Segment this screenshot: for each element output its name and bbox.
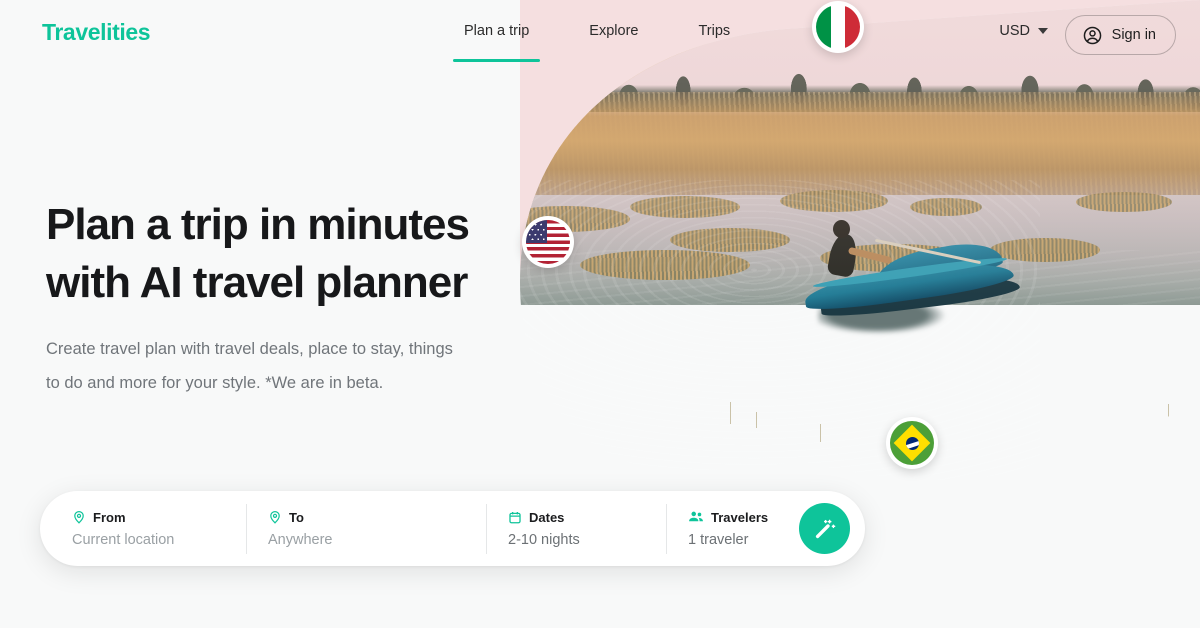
italy-flag-icon bbox=[816, 5, 860, 49]
page-title: Plan a trip in minutes with AI travel pl… bbox=[46, 196, 566, 312]
water-stalk bbox=[730, 402, 731, 424]
dates-value: 2-10 nights bbox=[508, 531, 580, 548]
brand-logo[interactable]: Travelities bbox=[42, 19, 151, 46]
italy-red-band bbox=[845, 5, 860, 49]
account-circle-icon bbox=[1082, 25, 1103, 46]
site-header: Travelities Plan a trip Explore Trips US… bbox=[0, 0, 1200, 66]
to-label: To bbox=[289, 509, 304, 525]
to-label-row: To bbox=[268, 509, 464, 525]
brazil-flag-icon bbox=[890, 421, 934, 465]
subtitle-line-2: to do and more for your style. *We are i… bbox=[46, 374, 384, 392]
to-value: Anywhere bbox=[268, 532, 333, 548]
currency-selector[interactable]: USD bbox=[999, 23, 1048, 39]
people-icon bbox=[688, 510, 704, 524]
headline-line-1: Plan a trip in minutes bbox=[46, 200, 470, 249]
nav-item-trips[interactable]: Trips bbox=[668, 0, 760, 62]
main-navigation: Plan a trip Explore Trips bbox=[434, 0, 760, 62]
brazil-flag-badge[interactable] bbox=[886, 417, 938, 469]
subtitle-line-1: Create travel plan with travel deals, pl… bbox=[46, 340, 453, 358]
water-stalk bbox=[1176, 420, 1177, 434]
search-field-to[interactable]: To Anywhere bbox=[246, 503, 486, 554]
boat-with-person bbox=[778, 252, 1028, 342]
reed-island bbox=[1076, 192, 1172, 212]
water-stalk bbox=[820, 424, 821, 442]
travelers-value: 1 traveler bbox=[688, 531, 749, 548]
brazil-band bbox=[905, 439, 919, 450]
hero-photo bbox=[520, 0, 1200, 500]
magic-wand-icon bbox=[813, 517, 837, 541]
location-pin-icon bbox=[268, 509, 282, 525]
usa-stars bbox=[526, 220, 548, 244]
sign-in-label: Sign in bbox=[1111, 27, 1156, 43]
travelers-label: Travelers bbox=[711, 509, 769, 525]
dates-label: Dates bbox=[529, 509, 565, 525]
location-pin-icon bbox=[72, 509, 86, 525]
search-field-from[interactable]: From Current location bbox=[50, 506, 246, 552]
hero-subtitle: Create travel plan with travel deals, pl… bbox=[46, 332, 546, 400]
water-stalk bbox=[1168, 404, 1169, 428]
trip-search-bar: From Current location To Anywhere Dates … bbox=[40, 491, 865, 566]
usa-canton bbox=[526, 220, 548, 244]
travelers-label-row: Travelers bbox=[688, 510, 816, 525]
water-stalk bbox=[756, 412, 757, 428]
usa-flag-icon bbox=[526, 220, 570, 264]
hero-text-block: Plan a trip in minutes with AI travel pl… bbox=[46, 196, 566, 400]
generate-trip-button[interactable] bbox=[799, 503, 850, 554]
from-label-row: From bbox=[72, 509, 224, 525]
italy-flag-badge[interactable] bbox=[812, 1, 864, 53]
dates-label-row: Dates bbox=[508, 510, 644, 525]
search-field-dates[interactable]: Dates 2-10 nights bbox=[486, 503, 666, 554]
chevron-down-icon bbox=[1038, 28, 1048, 34]
from-label: From bbox=[93, 509, 126, 525]
calendar-icon bbox=[508, 510, 522, 525]
sign-in-button[interactable]: Sign in bbox=[1064, 15, 1176, 55]
nav-item-explore[interactable]: Explore bbox=[559, 0, 668, 62]
italy-green-band bbox=[816, 5, 831, 49]
currency-label: USD bbox=[999, 23, 1030, 39]
headline-line-2: with AI travel planner bbox=[46, 258, 468, 307]
usa-flag-badge[interactable] bbox=[522, 216, 574, 268]
brazil-globe bbox=[905, 436, 919, 450]
person-head bbox=[833, 220, 850, 238]
italy-white-band bbox=[830, 5, 846, 49]
nav-item-plan-a-trip[interactable]: Plan a trip bbox=[434, 0, 559, 62]
from-value: Current location bbox=[72, 532, 175, 548]
